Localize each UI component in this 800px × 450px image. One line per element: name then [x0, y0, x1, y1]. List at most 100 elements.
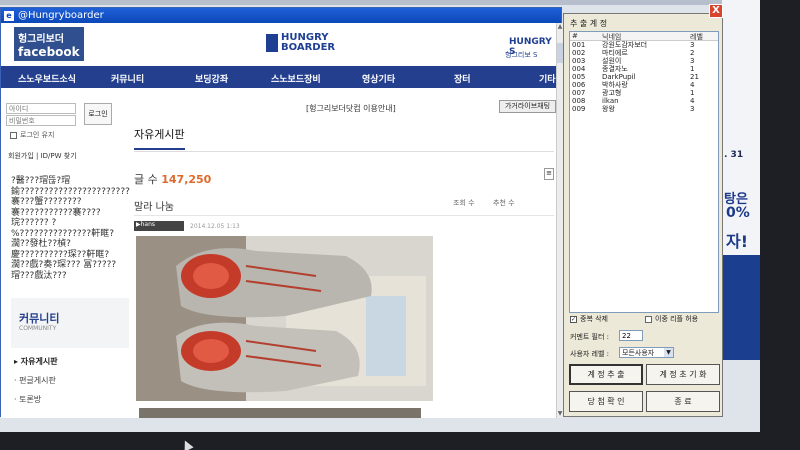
double-reply-label: 이중 리플 허용: [655, 315, 699, 323]
checkbox-icon: [645, 315, 652, 323]
row-id: 006: [572, 81, 586, 89]
post-date: 2014.12.05 1:13: [190, 222, 240, 230]
desktop-screen: . 31 탕은 0% 자! e @Hungryboarder 헝그리보더 fac…: [0, 0, 760, 432]
row-id: 005: [572, 73, 586, 81]
row-level: 21: [690, 73, 699, 81]
login-button[interactable]: 로그인: [84, 103, 112, 125]
column-header[interactable]: #: [570, 32, 602, 40]
post-photo: [136, 236, 433, 401]
column-header[interactable]: 레벨: [690, 32, 718, 41]
row-nick: ilkan: [602, 97, 619, 105]
monitor-frame: . 31 탕은 0% 자! e @Hungryboarder 헝그리보더 fac…: [0, 0, 800, 450]
comment-filter-input[interactable]: [619, 330, 643, 341]
list-item[interactable]: 009 왕왕 3: [570, 105, 718, 113]
author-name[interactable]: ▶hans: [134, 221, 184, 231]
side-menu-item[interactable]: · 편글게시판: [14, 375, 58, 394]
nav-item[interactable]: 영상기타: [362, 72, 395, 85]
community-title: 커뮤니티: [19, 312, 60, 325]
list-header: # 닉네임 레벨: [570, 32, 718, 41]
level-select-value: 모든사용자: [622, 349, 655, 357]
column-header[interactable]: 닉네임: [602, 32, 690, 41]
side-menu-item[interactable]: · 토론방: [14, 394, 58, 413]
keep-login-checkbox[interactable]: 로그인 유지: [10, 130, 54, 140]
divider: [134, 151, 554, 152]
web-page: 헝그리보더 facebook HUNGRY BOARDER HUNGRY S 헝…: [1, 23, 556, 418]
list-item[interactable]: 003 설원이 3: [570, 57, 718, 65]
list-item[interactable]: 001 강원도감자보더 3: [570, 41, 718, 49]
join-links: 회원가입 | ID/PW 찾기: [8, 152, 77, 160]
nav-item[interactable]: 커뮤니티: [111, 72, 144, 85]
row-level: 4: [690, 97, 695, 105]
close-icon[interactable]: X: [709, 4, 723, 18]
list-item[interactable]: 006 박하사랑 4: [570, 81, 718, 89]
exit-button[interactable]: 종 료: [646, 391, 720, 412]
chat-button[interactable]: 가거라이브채팅: [499, 100, 556, 113]
reset-accounts-button[interactable]: 계 정 초 기 화: [646, 364, 720, 385]
community-subtitle: COMMUNITY: [19, 325, 57, 332]
row-level: 3: [690, 41, 695, 49]
checkbox-icon: [10, 131, 17, 139]
row-level: 3: [690, 57, 695, 65]
board-tab[interactable]: 자유게시판: [134, 126, 185, 150]
row-id: 007: [572, 89, 586, 97]
browser-window: e @Hungryboarder 헝그리보더 facebook HUNGRY B…: [0, 7, 563, 418]
join-link[interactable]: 회원가입: [8, 152, 34, 160]
row-id: 003: [572, 57, 586, 65]
nav-item[interactable]: 스노우보드소식: [18, 72, 76, 85]
ad-date: . 31: [724, 150, 744, 160]
row-level: 1: [690, 89, 695, 97]
facebook-banner-line2: facebook: [18, 45, 80, 59]
nav-item[interactable]: 보딩강좌: [195, 72, 228, 85]
background-window-titlebar: [0, 0, 760, 5]
ad-text: 자!: [726, 232, 749, 251]
list-item[interactable]: 008 ilkan 4: [570, 97, 718, 105]
check-winner-button[interactable]: 당 첨 확 인: [569, 391, 643, 412]
list-item[interactable]: 002 마티에르 2: [570, 49, 718, 57]
nav-item[interactable]: 장터: [454, 72, 471, 85]
mouse-cursor-icon: [180, 438, 194, 450]
row-nick: 박하사랑: [602, 81, 628, 89]
side-menu-item[interactable]: ▸ 자유게시판: [14, 356, 58, 375]
notice-link[interactable]: [헝그리보더닷컴 이용안내]: [306, 103, 396, 114]
nav-item[interactable]: 기타: [539, 72, 556, 85]
post-count-label: 글 수: [134, 173, 162, 186]
post-count-value: 147,250: [161, 173, 212, 186]
site-logo[interactable]: HUNGRY BOARDER: [266, 33, 335, 53]
logo-line2: BOARDER: [281, 42, 336, 53]
row-nick: DarkPupil: [602, 73, 636, 81]
ad-text: 0%: [726, 205, 750, 221]
password-input[interactable]: [6, 115, 76, 126]
row-level: 4: [690, 81, 695, 89]
account-list[interactable]: # 닉네임 레벨 001 강원도감자보더 3 002 마티에르 2 003 설원이 3 00…: [569, 31, 719, 313]
row-nick: 강원도감자보더: [602, 41, 648, 49]
logo-mark-icon: [266, 34, 278, 52]
likes-label: 추천 수: [493, 199, 515, 207]
id-input[interactable]: [6, 103, 76, 114]
nav-item[interactable]: 스노보드장비: [271, 72, 321, 85]
keep-login-label: 로그인 유지: [20, 131, 55, 139]
chevron-down-icon[interactable]: ▼: [664, 348, 673, 357]
tool-title: 추 출 계 정: [570, 19, 608, 28]
list-toggle-button[interactable]: ≡: [544, 168, 554, 180]
checkbox-checked-icon: ✓: [570, 315, 577, 323]
row-level: 3: [690, 105, 695, 113]
snowboard-boots-image: [136, 236, 433, 401]
dedupe-checkbox[interactable]: ✓ 중복 삭제: [570, 314, 608, 324]
facebook-banner[interactable]: 헝그리보더 facebook: [14, 27, 84, 61]
views-label: 조회 수: [453, 199, 475, 207]
find-link[interactable]: ID/PW 찾기: [41, 152, 77, 160]
page-scrollbar[interactable]: ▲ ▼: [556, 23, 563, 418]
double-reply-checkbox[interactable]: 이중 리플 허용: [645, 314, 698, 324]
post-photo-2: [139, 408, 421, 418]
list-item[interactable]: 004 종결자노 1: [570, 65, 718, 73]
window-titlebar[interactable]: e @Hungryboarder: [1, 8, 561, 23]
row-id: 002: [572, 49, 586, 57]
row-nick: 설원이: [602, 57, 622, 65]
user-level-select[interactable]: 모든사용자 ▼: [619, 347, 674, 358]
list-item[interactable]: 005 DarkPupil 21: [570, 73, 718, 81]
window-title: @Hungryboarder: [18, 10, 104, 21]
community-box: 커뮤니티 COMMUNITY: [11, 298, 129, 348]
list-item[interactable]: 007 광고형 1: [570, 89, 718, 97]
extract-accounts-button[interactable]: 계 정 추 출: [569, 364, 643, 385]
divider: [134, 215, 554, 216]
